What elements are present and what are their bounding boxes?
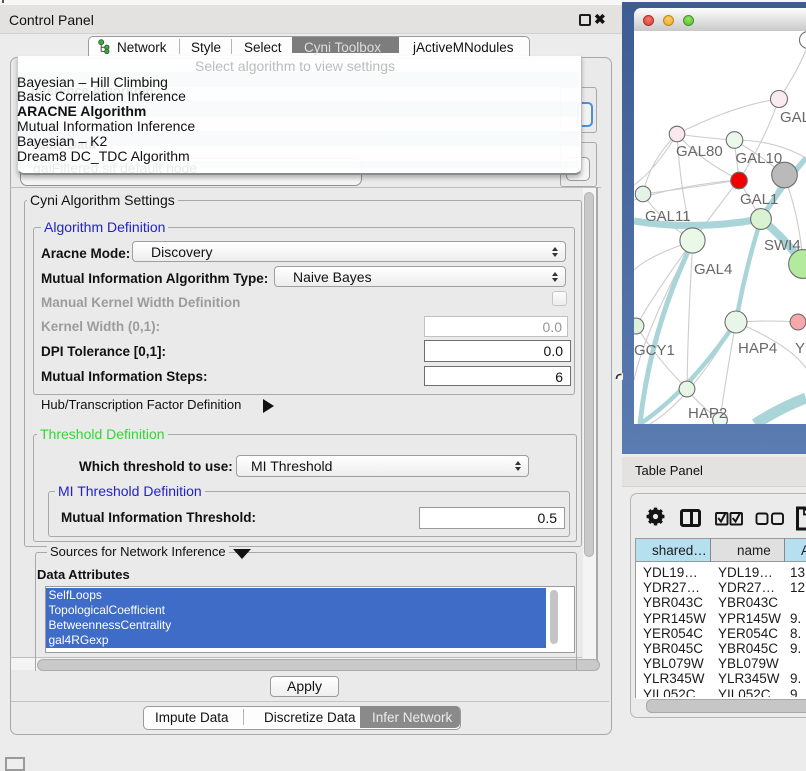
svg-text:HAP2: HAP2 bbox=[688, 405, 727, 422]
svg-text:GAL1: GAL1 bbox=[740, 191, 778, 208]
svg-text:GAL80: GAL80 bbox=[676, 143, 723, 160]
svg-text:GAL4: GAL4 bbox=[694, 261, 732, 278]
svg-text:HAP4: HAP4 bbox=[738, 340, 777, 357]
svg-text:GAL11: GAL11 bbox=[645, 208, 691, 225]
svg-text:GCY1: GCY1 bbox=[634, 342, 675, 359]
svg-text:GAL10: GAL10 bbox=[736, 150, 783, 167]
svg-text:GAL7: GAL7 bbox=[780, 109, 806, 126]
svg-text:SWI4: SWI4 bbox=[764, 237, 801, 254]
svg-text:Y: Y bbox=[795, 340, 805, 357]
